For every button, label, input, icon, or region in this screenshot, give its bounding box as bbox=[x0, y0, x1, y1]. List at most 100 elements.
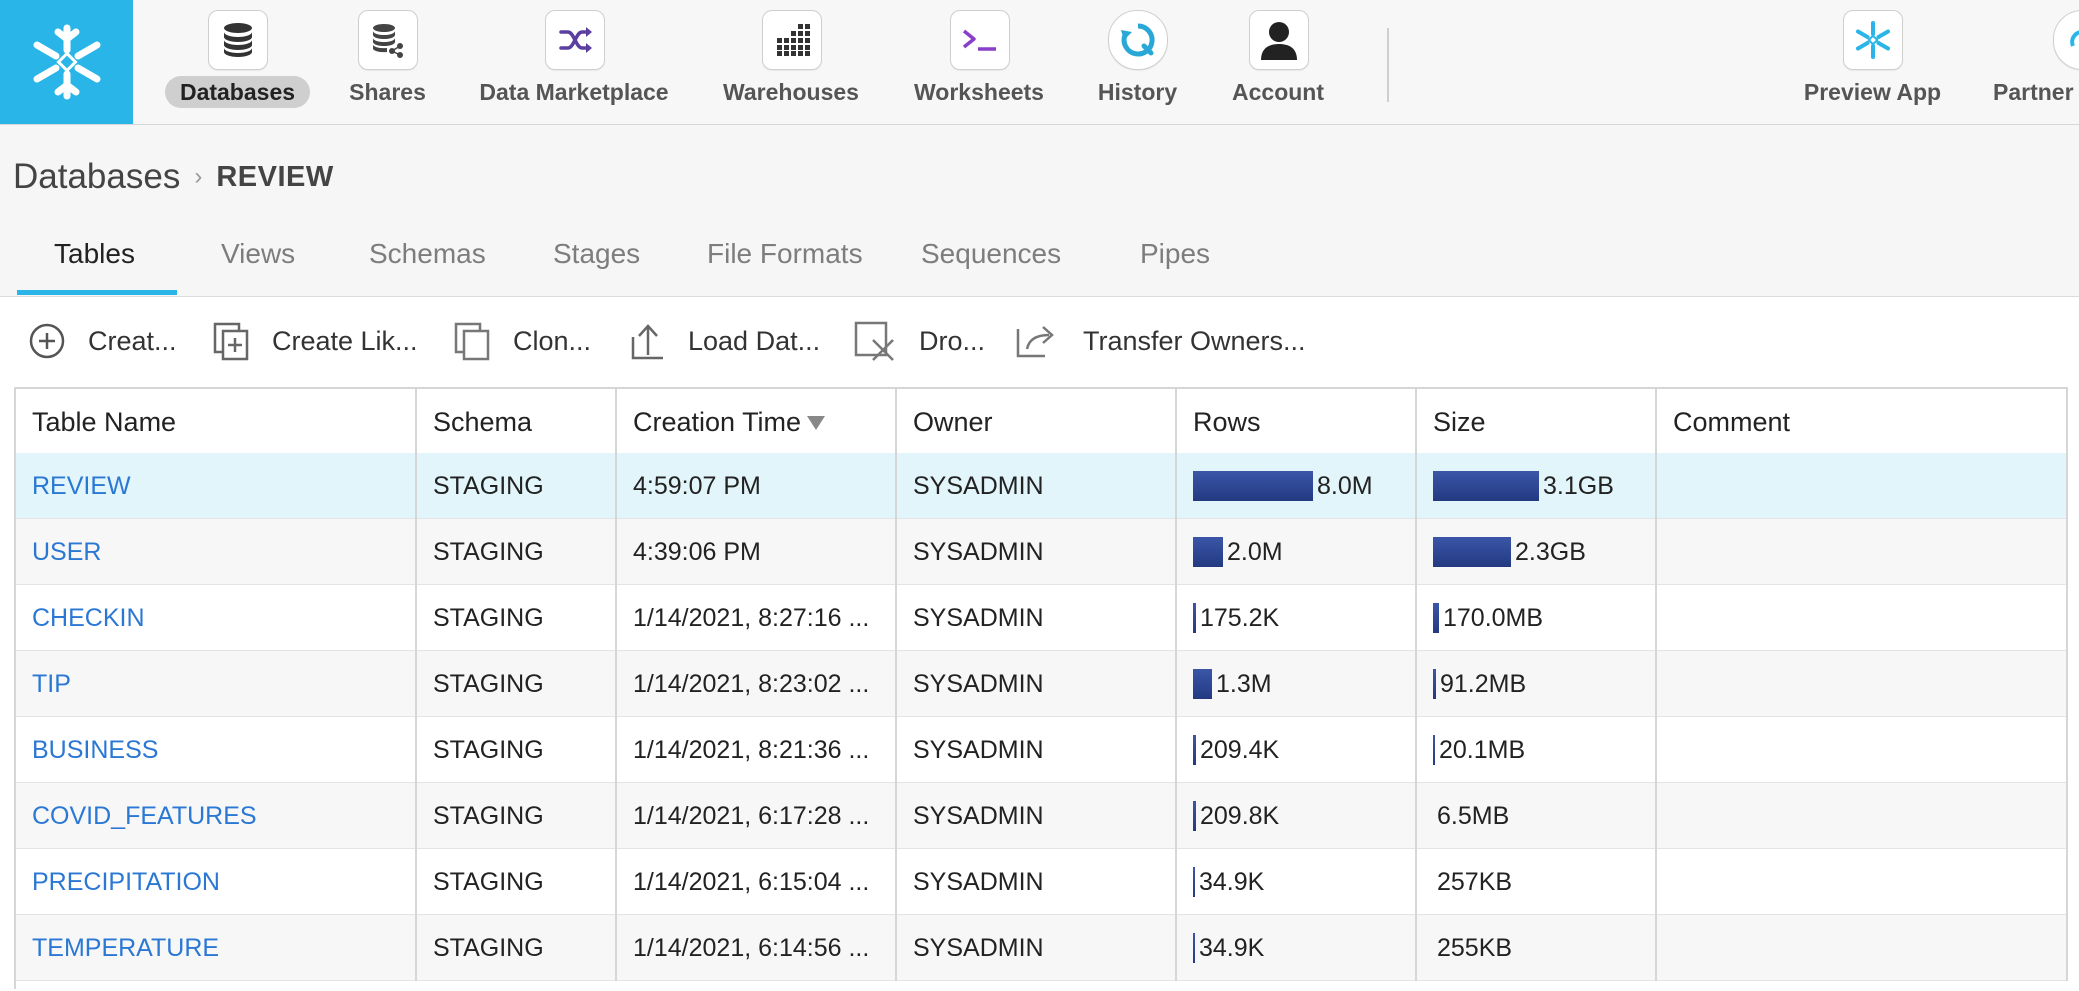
column-header-size[interactable]: Size bbox=[1417, 389, 1657, 455]
load-data-label: Load Dat... bbox=[688, 325, 821, 356]
table-name-link[interactable]: USER bbox=[32, 538, 101, 567]
table-name-cell[interactable]: REVIEW bbox=[16, 453, 417, 519]
owner-value: SYSADMIN bbox=[913, 933, 1044, 962]
creation-time-value: 1/14/2021, 6:14:56 ... bbox=[633, 933, 870, 962]
table-name-cell[interactable]: PRECIPITATION bbox=[16, 849, 417, 915]
table-name-cell[interactable]: CHECKIN bbox=[16, 585, 417, 651]
tab-sequences[interactable]: Sequences bbox=[921, 238, 1061, 296]
tab-file-formats[interactable]: File Formats bbox=[707, 238, 863, 296]
creation-time-cell: 1/14/2021, 6:14:56 ... bbox=[617, 915, 897, 981]
snowflake-logo[interactable] bbox=[0, 0, 133, 124]
breadcrumb-databases[interactable]: Databases bbox=[13, 157, 180, 197]
comment-cell[interactable] bbox=[1657, 453, 2068, 519]
active-tab-indicator bbox=[17, 290, 177, 295]
rows-bar bbox=[1193, 801, 1196, 831]
creation-time-value: 4:39:06 PM bbox=[633, 537, 761, 566]
tables-panel: Creat... Create Lik... Clon... Load Dat.… bbox=[0, 297, 2079, 991]
column-header-schema[interactable]: Schema bbox=[417, 389, 617, 455]
schema-value: STAGING bbox=[433, 801, 544, 830]
column-header-table-name[interactable]: Table Name bbox=[16, 389, 417, 455]
column-header-comment[interactable]: Comment bbox=[1657, 389, 2068, 455]
rows-bar bbox=[1193, 933, 1195, 963]
create-button[interactable]: Creat... bbox=[28, 321, 177, 361]
rows-value: 175.2K bbox=[1200, 603, 1280, 632]
comment-cell[interactable] bbox=[1657, 717, 2068, 783]
rows-bar bbox=[1193, 735, 1196, 765]
table-row[interactable]: PRECIPITATION STAGING 1/14/2021, 6:15:04 .… bbox=[16, 849, 2068, 915]
table-name-link[interactable]: PRECIPITATION bbox=[32, 868, 220, 897]
nav-warehouses[interactable]: Warehouses bbox=[722, 10, 860, 115]
table-row[interactable]: COVID_FEATURES STAGING 1/14/2021, 6:17:28 … bbox=[16, 783, 2068, 849]
size-cell: 255KB bbox=[1417, 915, 1657, 981]
table-name-link[interactable]: BUSINESS bbox=[32, 736, 158, 765]
nav-partner[interactable]: Partner bbox=[1990, 10, 2079, 115]
table-name-cell[interactable]: TIP bbox=[16, 651, 417, 717]
rows-bar bbox=[1193, 867, 1195, 897]
owner-cell: SYSADMIN bbox=[897, 585, 1177, 651]
table-toolbar: Creat... Create Lik... Clon... Load Dat.… bbox=[0, 297, 2079, 387]
column-header-owner[interactable]: Owner bbox=[897, 389, 1177, 455]
tab-schemas[interactable]: Schemas bbox=[369, 238, 486, 296]
table-name-cell[interactable]: COVID_FEATURES bbox=[16, 783, 417, 849]
nav-history[interactable]: History bbox=[1090, 10, 1185, 115]
share-icon bbox=[358, 10, 418, 70]
rows-value: 34.9K bbox=[1199, 933, 1265, 962]
nav-shares[interactable]: Shares bbox=[340, 10, 435, 115]
column-header-rows[interactable]: Rows bbox=[1177, 389, 1417, 455]
transfer-ownership-button[interactable]: Transfer Owners... bbox=[1015, 321, 1306, 361]
rows-value: 209.4K bbox=[1200, 735, 1280, 764]
table-row[interactable]: CHECKIN STAGING 1/14/2021, 8:27:16 ... SYSA… bbox=[16, 585, 2068, 651]
table-row[interactable]: TIP STAGING 1/14/2021, 8:23:02 ... SYSADMIN… bbox=[16, 651, 2068, 717]
create-like-button[interactable]: Create Lik... bbox=[212, 321, 418, 361]
schema-cell: STAGING bbox=[417, 585, 617, 651]
comment-cell[interactable] bbox=[1657, 651, 2068, 717]
column-header-creation-time[interactable]: Creation Time bbox=[617, 389, 897, 455]
table-name-cell[interactable]: USER bbox=[16, 519, 417, 585]
load-data-button[interactable]: Load Dat... bbox=[630, 321, 820, 361]
table-name-link[interactable]: REVIEW bbox=[32, 472, 131, 501]
nav-account[interactable]: Account bbox=[1228, 10, 1328, 115]
table-name-link[interactable]: COVID_FEATURES bbox=[32, 802, 257, 831]
table-name-cell[interactable]: TEMPERATURE bbox=[16, 915, 417, 981]
size-value: 3.1GB bbox=[1543, 471, 1614, 500]
table-name-link[interactable]: TEMPERATURE bbox=[32, 934, 219, 963]
size-cell: 6.5MB bbox=[1417, 783, 1657, 849]
owner-cell: SYSADMIN bbox=[897, 717, 1177, 783]
table-row[interactable]: REVIEW STAGING 4:59:07 PM SYSADMIN 8.0M 3.1GB bbox=[16, 453, 2068, 519]
nav-label: History bbox=[1097, 79, 1178, 105]
rows-bar bbox=[1193, 669, 1212, 699]
nav-data-marketplace[interactable]: Data Marketplace bbox=[478, 10, 670, 115]
owner-cell: SYSADMIN bbox=[897, 783, 1177, 849]
table-row[interactable]: USER STAGING 4:39:06 PM SYSADMIN 2.0M 2.3GB bbox=[16, 519, 2068, 585]
tab-pipes[interactable]: Pipes bbox=[1140, 238, 1210, 296]
drop-button[interactable]: Dro... bbox=[853, 321, 985, 361]
tab-stages[interactable]: Stages bbox=[553, 238, 640, 296]
schema-value: STAGING bbox=[433, 471, 544, 500]
creation-time-value: 1/14/2021, 8:21:36 ... bbox=[633, 735, 870, 764]
nav-label: Shares bbox=[349, 79, 426, 105]
clone-button[interactable]: Clon... bbox=[453, 321, 591, 361]
table-name-link[interactable]: CHECKIN bbox=[32, 604, 145, 633]
tab-views[interactable]: Views bbox=[221, 238, 295, 296]
creation-time-cell: 1/14/2021, 6:15:04 ... bbox=[617, 849, 897, 915]
comment-cell[interactable] bbox=[1657, 585, 2068, 651]
owner-cell: SYSADMIN bbox=[897, 453, 1177, 519]
owner-value: SYSADMIN bbox=[913, 603, 1044, 632]
comment-cell[interactable] bbox=[1657, 519, 2068, 585]
tab-tables[interactable]: Tables bbox=[54, 238, 135, 296]
rows-cell: 8.0M bbox=[1177, 453, 1417, 519]
table-row[interactable]: BUSINESS STAGING 1/14/2021, 8:21:36 ... SYS… bbox=[16, 717, 2068, 783]
table-name-link[interactable]: TIP bbox=[32, 670, 71, 699]
nav-preview-app[interactable]: Preview App bbox=[1800, 10, 1945, 115]
table-name-cell[interactable]: BUSINESS bbox=[16, 717, 417, 783]
nav-worksheets[interactable]: Worksheets bbox=[910, 10, 1048, 115]
comment-cell[interactable] bbox=[1657, 915, 2068, 981]
owner-value: SYSADMIN bbox=[913, 669, 1044, 698]
comment-cell[interactable] bbox=[1657, 783, 2068, 849]
create-label: Creat... bbox=[88, 325, 177, 356]
comment-cell[interactable] bbox=[1657, 849, 2068, 915]
table-row[interactable]: TEMPERATURE STAGING 1/14/2021, 6:14:56 ...… bbox=[16, 915, 2068, 981]
nav-databases[interactable]: Databases bbox=[165, 10, 310, 115]
plus-circle-icon bbox=[29, 323, 65, 359]
rows-bar bbox=[1193, 603, 1196, 633]
